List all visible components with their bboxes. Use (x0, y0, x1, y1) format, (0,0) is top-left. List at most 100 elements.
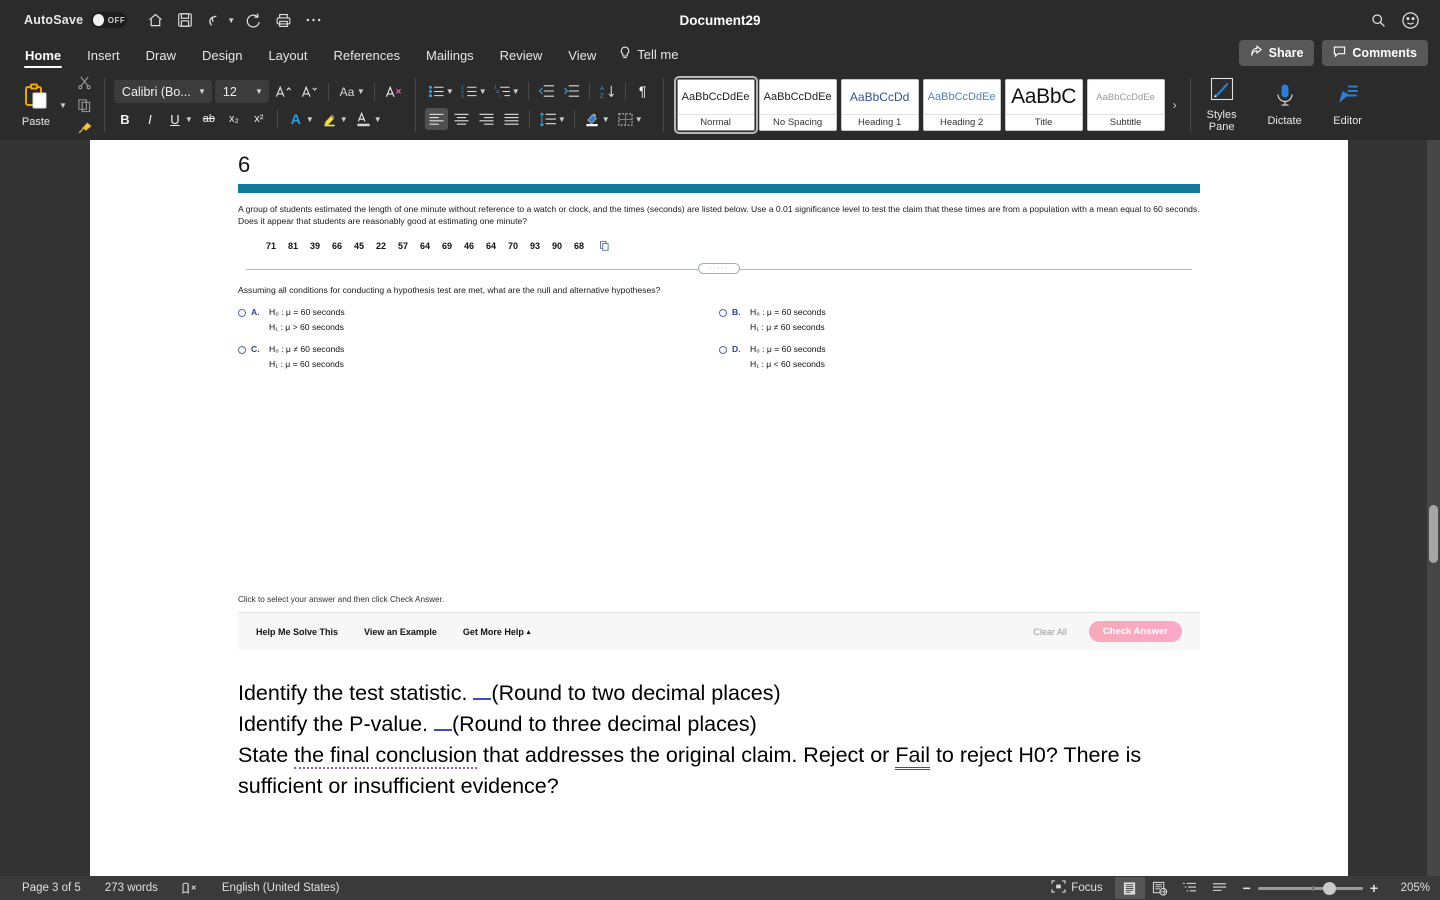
page-indicator[interactable]: Page 3 of 5 (10, 882, 93, 894)
undo-icon[interactable] (201, 6, 229, 34)
share-button[interactable]: Share (1239, 40, 1315, 66)
grow-font-icon[interactable] (272, 81, 295, 103)
paste-button[interactable]: Paste (13, 83, 59, 128)
get-more-help-button[interactable]: Get More Help ▴ (463, 627, 531, 637)
word-count[interactable]: 273 words (93, 882, 170, 894)
bold-button[interactable]: B (114, 108, 136, 130)
save-icon[interactable] (171, 6, 199, 34)
strikethrough-button[interactable]: ab (198, 108, 220, 130)
print-icon[interactable] (269, 6, 297, 34)
decrease-indent-icon[interactable] (535, 80, 558, 102)
multilevel-list-icon[interactable]: 1ai (491, 80, 514, 102)
styles-gallery-more-icon[interactable]: › (1169, 98, 1181, 112)
line-spacing-icon[interactable] (536, 108, 560, 130)
borders-caret-icon[interactable]: ▼ (635, 115, 643, 124)
blank-field-2[interactable] (434, 729, 452, 731)
answer-choice-b[interactable]: B. H₀ : μ = 60 seconds H₁ : μ ≠ 60 secon… (719, 307, 1200, 332)
tab-design[interactable]: Design (189, 48, 255, 68)
tab-references[interactable]: References (321, 48, 413, 68)
zoom-level-label[interactable]: 205% (1386, 882, 1430, 894)
home-icon[interactable] (141, 6, 169, 34)
answer-choice-c[interactable]: C. H₀ : μ ≠ 60 seconds H₁ : μ = 60 secon… (238, 344, 719, 369)
radio-icon[interactable] (719, 309, 727, 317)
editor-button[interactable]: Editor (1319, 82, 1377, 127)
font-color-caret-icon[interactable]: ▼ (374, 115, 382, 124)
shrink-font-icon[interactable] (298, 81, 321, 103)
italic-button[interactable]: I (139, 108, 161, 130)
more-commands-icon[interactable] (299, 6, 327, 34)
focus-mode-button[interactable]: Focus (1039, 880, 1114, 896)
underline-button[interactable]: U (164, 108, 186, 130)
underline-caret-icon[interactable]: ▼ (185, 115, 193, 124)
vertical-scrollbar[interactable] (1427, 140, 1440, 878)
blank-field-1[interactable] (473, 698, 491, 700)
zoom-out-button[interactable]: − (1243, 880, 1251, 896)
style-heading-2[interactable]: AaBbCcDdEe Heading 2 (923, 79, 1001, 131)
multilevel-caret-icon[interactable]: ▼ (512, 87, 520, 96)
zoom-slider[interactable]: − + (1235, 880, 1386, 896)
change-case-caret-icon[interactable]: ▼ (357, 87, 365, 96)
tab-home[interactable]: Home (12, 48, 74, 68)
superscript-button[interactable]: x² (248, 108, 270, 130)
justify-icon[interactable] (500, 108, 523, 130)
zoom-slider-knob[interactable] (1323, 882, 1336, 895)
bullets-caret-icon[interactable]: ▼ (446, 87, 454, 96)
style-no-spacing[interactable]: AaBbCcDdEe No Spacing (759, 79, 837, 131)
increase-indent-icon[interactable] (560, 80, 583, 102)
document-page[interactable]: 6 A group of students estimated the leng… (90, 140, 1348, 878)
shading-caret-icon[interactable]: ▼ (602, 115, 610, 124)
search-icon[interactable] (1370, 12, 1387, 29)
shading-icon[interactable] (581, 108, 604, 130)
highlight-caret-icon[interactable]: ▼ (340, 115, 348, 124)
highlight-color-icon[interactable] (319, 108, 341, 130)
proofing-errors-icon[interactable] (170, 882, 210, 895)
copy-icon[interactable] (75, 96, 95, 114)
scrollbar-thumb[interactable] (1429, 505, 1438, 563)
answer-choice-d[interactable]: D. H₀ : μ = 60 seconds H₁ : μ < 60 secon… (719, 344, 1200, 369)
align-left-icon[interactable] (425, 108, 448, 130)
tab-layout[interactable]: Layout (255, 48, 320, 68)
font-color-icon[interactable] (353, 108, 375, 130)
show-formatting-marks-icon[interactable]: ¶ (632, 80, 654, 102)
numbering-caret-icon[interactable]: ▼ (479, 87, 487, 96)
view-an-example-button[interactable]: View an Example (364, 627, 437, 637)
radio-icon[interactable] (238, 309, 246, 317)
align-center-icon[interactable] (450, 108, 473, 130)
undo-dropdown-caret-icon[interactable]: ▼ (227, 16, 235, 25)
text-effects-caret-icon[interactable]: ▼ (306, 115, 314, 124)
tab-insert[interactable]: Insert (74, 48, 133, 68)
dictate-button[interactable]: Dictate (1256, 82, 1314, 127)
style-normal[interactable]: AaBbCcDdEe Normal (677, 79, 755, 131)
style-subtitle[interactable]: AaBbCcDdEe Subtitle (1087, 79, 1165, 131)
comments-button[interactable]: Comments (1322, 40, 1428, 66)
copy-data-icon[interactable] (600, 241, 609, 251)
line-spacing-caret-icon[interactable]: ▼ (558, 115, 566, 124)
zoom-in-button[interactable]: + (1370, 880, 1378, 896)
change-case-button[interactable]: Aa (336, 81, 358, 103)
sort-icon[interactable]: AZ (596, 80, 619, 102)
zoom-slider-track[interactable] (1258, 887, 1363, 890)
tab-view[interactable]: View (555, 48, 609, 68)
print-layout-view-button[interactable] (1115, 877, 1145, 899)
clear-formatting-icon[interactable] (382, 81, 406, 103)
radio-icon[interactable] (719, 346, 727, 354)
style-heading-1[interactable]: AaBbCcDd Heading 1 (841, 79, 919, 131)
resize-divider[interactable]: ····· (246, 263, 1192, 275)
autosave-toggle-group[interactable]: AutoSave OFF (24, 12, 127, 28)
font-name-combobox[interactable]: Calibri (Bo... ▼ (114, 80, 212, 103)
cut-icon[interactable] (75, 73, 95, 91)
answer-choice-a[interactable]: A. H₀ : μ = 60 seconds H₁ : μ > 60 secon… (238, 307, 719, 332)
check-answer-button[interactable]: Check Answer (1089, 621, 1182, 642)
tab-draw[interactable]: Draw (133, 48, 189, 68)
drag-handle[interactable]: ····· (698, 263, 740, 274)
text-effects-icon[interactable]: A (285, 108, 307, 130)
paste-dropdown-caret-icon[interactable]: ▼ (59, 101, 67, 110)
document-body-text[interactable]: Identify the test statistic. (Round to t… (238, 678, 1228, 802)
format-painter-icon[interactable] (75, 119, 95, 137)
clear-all-button[interactable]: Clear All (1033, 627, 1067, 637)
draft-view-button[interactable] (1205, 877, 1235, 899)
align-right-icon[interactable] (475, 108, 498, 130)
bullets-icon[interactable] (425, 80, 448, 102)
subscript-button[interactable]: x₂ (223, 108, 245, 130)
redo-icon[interactable] (239, 6, 267, 34)
